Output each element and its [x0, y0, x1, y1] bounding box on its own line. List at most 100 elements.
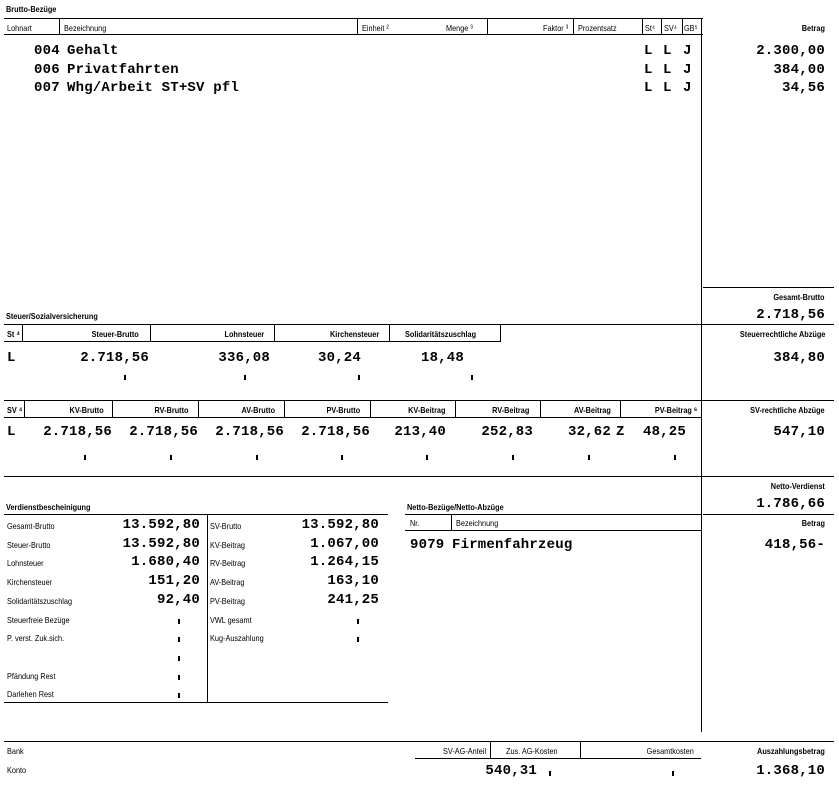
- netto-top-line: [4, 476, 834, 477]
- netto-header-betrag: Betrag: [801, 518, 825, 528]
- sv-header-kv-brutto: KV-Brutto: [69, 405, 104, 415]
- verdienst-section-title: Verdienstbescheinigung: [6, 502, 91, 512]
- sv-ag-anteil-value: 540,31: [485, 763, 537, 779]
- brutto-row-1-nr: 004: [34, 43, 60, 59]
- konto-label: Konto: [7, 765, 27, 775]
- av-beitrag-flag: Z: [616, 424, 625, 440]
- header-faktor: Faktor ³: [543, 23, 569, 33]
- header-menge: Menge ³: [446, 23, 473, 33]
- verdienst-right-label: AV-Beitrag: [210, 577, 245, 588]
- sv-header-rv-brutto: RV-Brutto: [155, 405, 189, 415]
- gesamt-brutto-label: Gesamt-Brutto: [773, 292, 825, 302]
- verdienst-left-value: 151,20: [148, 573, 200, 590]
- brutto-header-top-line: [4, 18, 703, 19]
- verdienst-right-value: 1.067,00: [310, 535, 379, 552]
- steuer-section-title: Steuer/Sozialversicherung: [6, 311, 98, 321]
- steuer-abzuege-value: 384,80: [773, 350, 825, 366]
- verdienst-left-label: Steuer-Brutto: [7, 539, 51, 550]
- verdienst-right-value: 163,10: [327, 573, 379, 590]
- kv-brutto-value: 2.718,56: [43, 424, 112, 440]
- brutto-row-1-name: Gehalt: [67, 43, 119, 59]
- verdienst-left-label: Darlehen Rest: [7, 689, 54, 700]
- bank-label: Bank: [7, 746, 24, 756]
- netto-header-nr: Nr.: [410, 518, 420, 528]
- brutto-row-3-sv: L: [663, 80, 672, 96]
- netto-row-1-betrag: 418,56-: [764, 537, 825, 553]
- decimal-tick: [178, 637, 180, 643]
- header-einheit: Einheit ²: [362, 23, 389, 33]
- brutto-row-1-betrag: 2.300,00: [756, 43, 825, 59]
- verdienst-right-label: RV-Beitrag: [210, 558, 246, 569]
- brutto-row-3-nr: 007: [34, 80, 60, 96]
- brutto-row-2-st: L: [644, 62, 653, 78]
- sv-header-rv-beitrag: RV-Beitrag: [491, 405, 529, 415]
- pv-brutto-value: 2.718,56: [301, 424, 370, 440]
- right-column-divider: [701, 18, 702, 732]
- sv-abzuege-value: 547,10: [773, 424, 825, 440]
- brutto-row-3-st: L: [644, 80, 653, 96]
- netto-row-1-name: Firmenfahrzeug: [452, 537, 573, 553]
- av-brutto-value: 2.718,56: [215, 424, 284, 440]
- verdienst-left-value: 1.680,40: [131, 554, 200, 571]
- steuer-st-value: L: [7, 350, 16, 366]
- steuer-abzuege-label: Steuerrechtliche Abzüge: [739, 329, 825, 339]
- verdienst-left-label: Solidaritätszuschlag: [7, 595, 73, 606]
- pv-beitrag-value: 48,25: [642, 424, 686, 440]
- kirchensteuer-value: 30,24: [317, 350, 361, 366]
- verdienst-left-label: Kirchensteuer: [7, 577, 53, 588]
- brutto-row-2-gb: J: [683, 62, 692, 78]
- verdienst-right-label: PV-Beitrag: [210, 595, 245, 606]
- header-st: St⁴: [645, 23, 656, 33]
- decimal-tick: [357, 637, 359, 643]
- brutto-row-2-betrag: 384,00: [773, 62, 825, 78]
- steuer-header-brutto: Steuer-Brutto: [91, 329, 139, 339]
- auszahlung-value: 1.368,10: [756, 763, 825, 779]
- sv-header-sv: SV ⁴: [7, 405, 23, 415]
- sv-top-line: [4, 400, 834, 401]
- steuer-header-lohnsteuer: Lohnsteuer: [224, 329, 264, 339]
- header-gb: GB⁵: [684, 23, 698, 33]
- verdienst-right-value: 241,25: [327, 591, 379, 608]
- decimal-tick: [178, 674, 180, 680]
- header-sv: SV⁴: [664, 23, 677, 33]
- header-bezeichnung: Bezeichnung: [64, 23, 107, 33]
- steuer-header-st: St ⁴: [7, 329, 20, 339]
- sv-header-pv-brutto: PV-Brutto: [326, 405, 360, 415]
- gesamtkosten-label: Gesamtkosten: [646, 746, 694, 756]
- brutto-row-1-gb: J: [683, 43, 692, 59]
- brutto-row-1-sv: L: [663, 43, 672, 59]
- verdienst-left-label: Steuerfreie Bezüge: [7, 614, 70, 625]
- steuer-brutto-value: 2.718,56: [80, 350, 149, 366]
- verdienst-left-value: 92,40: [156, 591, 200, 608]
- lohnsteuer-value: 336,08: [218, 350, 270, 366]
- brutto-row-2-name: Privatfahrten: [67, 62, 179, 78]
- brutto-row-2-sv: L: [663, 62, 672, 78]
- sv-value: L: [7, 424, 16, 440]
- auszahlung-label: Auszahlungsbetrag: [757, 746, 825, 756]
- verdienst-right-label: KV-Beitrag: [210, 539, 245, 550]
- header-betrag: Betrag: [801, 23, 825, 33]
- sv-header-pv-beitrag: PV-Beitrag ⁶: [654, 405, 697, 415]
- verdienst-left-label: Lohnsteuer: [7, 558, 44, 569]
- verdienst-left-label: Pfändung Rest: [7, 670, 56, 681]
- sv-header-av-beitrag: AV-Beitrag: [574, 405, 611, 415]
- rv-beitrag-value: 252,83: [481, 424, 533, 440]
- brutto-row-1-st: L: [644, 43, 653, 59]
- steuer-header-kirchensteuer: Kirchensteuer: [329, 329, 379, 339]
- decimal-tick: [357, 618, 359, 624]
- sv-header-av-brutto: AV-Brutto: [241, 405, 275, 415]
- av-beitrag-value: 32,62: [567, 424, 611, 440]
- soli-value: 18,48: [420, 350, 464, 366]
- verdienst-right-label: VWL gesamt: [210, 614, 252, 625]
- kv-beitrag-value: 213,40: [394, 424, 446, 440]
- verdienst-right-value: 1.264,15: [310, 554, 379, 571]
- netto-verdienst-label: Netto-Verdienst: [770, 481, 825, 491]
- netto-row-1-nr: 9079: [410, 537, 445, 553]
- netto-header-bezeichnung: Bezeichnung: [456, 518, 499, 528]
- sv-ag-anteil-label: SV-AG-Anteil: [442, 746, 486, 756]
- steuer-header-soli: Solidaritätszuschlag: [405, 329, 477, 339]
- brutto-row-3-betrag: 34,56: [781, 80, 825, 96]
- brutto-row-3-gb: J: [683, 80, 692, 96]
- sv-header-kv-beitrag: KV-Beitrag: [407, 405, 445, 415]
- decimal-tick: [178, 655, 180, 661]
